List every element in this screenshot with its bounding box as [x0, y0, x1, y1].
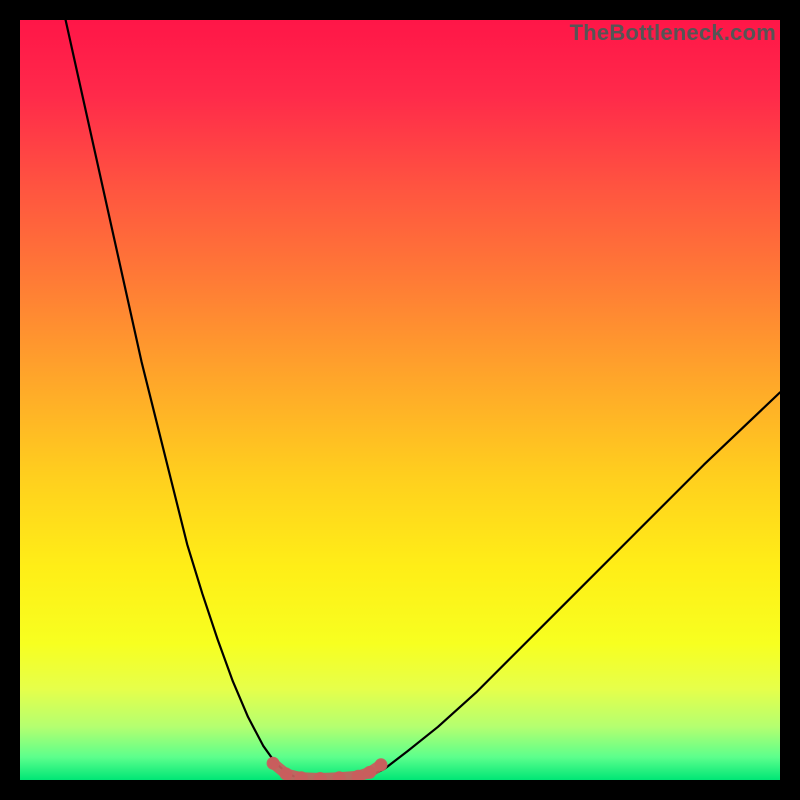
- optimal-zone-dot: [267, 757, 280, 770]
- left-curve: [66, 20, 294, 776]
- attribution-watermark: TheBottleneck.com: [570, 20, 776, 46]
- optimal-zone-dot: [375, 758, 388, 771]
- optimal-zone-dot: [280, 767, 293, 780]
- optimal-zone-dot: [363, 766, 376, 779]
- right-curve: [370, 392, 780, 776]
- chart-frame: TheBottleneck.com: [0, 0, 800, 800]
- chart-svg: [20, 20, 780, 780]
- plot-area: [20, 20, 780, 780]
